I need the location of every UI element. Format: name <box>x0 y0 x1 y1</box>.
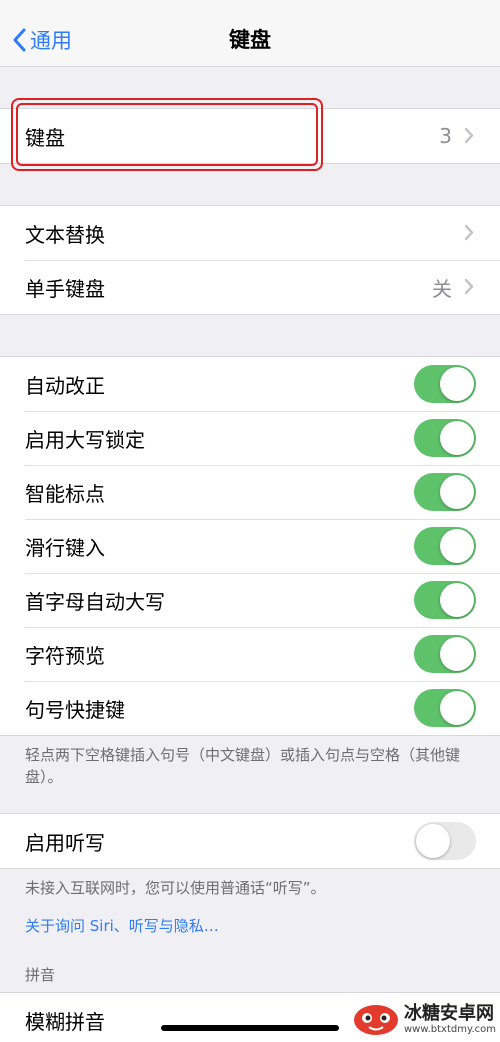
slide-to-type-switch[interactable] <box>414 527 476 565</box>
switch-knob <box>440 367 474 401</box>
pinyin-section-header: 拼音 <box>25 966 56 984</box>
watermark: 冰糖安卓网 www.btxtdmy.com <box>352 1003 496 1037</box>
auto-capitalization-switch[interactable] <box>414 581 476 619</box>
switch-knob <box>440 475 474 509</box>
one-handed-keyboard-row[interactable]: 单手键盘 关 <box>0 260 500 314</box>
switch-knob <box>440 691 474 725</box>
switch-knob <box>440 637 474 671</box>
toggle-label: 滑行键入 <box>25 535 105 560</box>
switch-knob <box>440 529 474 563</box>
dictation-footnote: 未接入互联网时，您可以使用普通话“听写”。 <box>25 879 326 897</box>
switch-knob <box>440 421 474 455</box>
toggle-row-smart-punctuation: 智能标点 <box>0 465 500 519</box>
highlight-box <box>11 98 323 171</box>
toggle-row-auto-capitalization: 首字母自动大写 <box>0 573 500 627</box>
fuzzy-pinyin-label: 模糊拼音 <box>25 1009 105 1034</box>
watermark-title: 冰糖安卓网 <box>403 1003 494 1024</box>
toggle-label: 启用大写锁定 <box>25 427 145 452</box>
text-replacement-row[interactable]: 文本替换 <box>0 206 500 260</box>
period-shortcut-switch[interactable] <box>414 689 476 727</box>
one-handed-keyboard-value: 关 <box>432 276 452 301</box>
toggles-group: 自动改正 启用大写锁定 智能标点 滑行键入 首字母自动大写 字符预览 句号快捷键 <box>0 356 500 736</box>
toggle-row-caps-lock: 启用大写锁定 <box>0 411 500 465</box>
toggle-label: 句号快捷键 <box>25 697 125 722</box>
period-shortcut-footnote: 轻点两下空格键插入句号（中文键盘）或插入句点与空格（其他键盘）。 <box>25 746 461 786</box>
one-handed-keyboard-label: 单手键盘 <box>25 276 105 301</box>
caps-lock-switch[interactable] <box>414 419 476 457</box>
toggle-row-character-preview: 字符预览 <box>0 627 500 681</box>
toggle-row-auto-correction: 自动改正 <box>0 357 500 411</box>
dictation-group: 启用听写 <box>0 813 500 869</box>
watermark-url: www.btxtdmy.com <box>403 1024 496 1035</box>
switch-knob <box>440 583 474 617</box>
keyboards-count: 3 <box>439 124 452 148</box>
toggle-label: 字符预览 <box>25 643 105 668</box>
watermark-logo-icon <box>353 1005 398 1035</box>
page-title: 键盘 <box>229 28 271 52</box>
dictation-switch[interactable] <box>414 822 476 860</box>
text-options-group: 文本替换 单手键盘 关 <box>0 205 500 315</box>
character-preview-switch[interactable] <box>414 635 476 673</box>
switch-knob <box>416 824 450 858</box>
toggle-label: 智能标点 <box>25 481 105 506</box>
dictation-row: 启用听写 <box>0 814 500 868</box>
dictation-label: 启用听写 <box>25 830 105 855</box>
toggle-row-period-shortcut: 句号快捷键 <box>0 681 500 735</box>
home-indicator <box>161 1025 339 1031</box>
smart-punctuation-switch[interactable] <box>414 473 476 511</box>
chevron-right-icon <box>464 278 474 295</box>
toggle-label: 自动改正 <box>25 373 105 398</box>
text-replacement-label: 文本替换 <box>25 222 105 247</box>
toggle-row-slide-to-type: 滑行键入 <box>0 519 500 573</box>
navigation-bar: 通用 键盘 <box>0 0 500 67</box>
chevron-right-icon <box>464 127 474 144</box>
siri-privacy-link[interactable]: 关于询问 Siri、听写与隐私… <box>25 915 219 936</box>
toggle-label: 首字母自动大写 <box>25 589 165 614</box>
auto-correction-switch[interactable] <box>414 365 476 403</box>
chevron-right-icon <box>464 224 474 241</box>
